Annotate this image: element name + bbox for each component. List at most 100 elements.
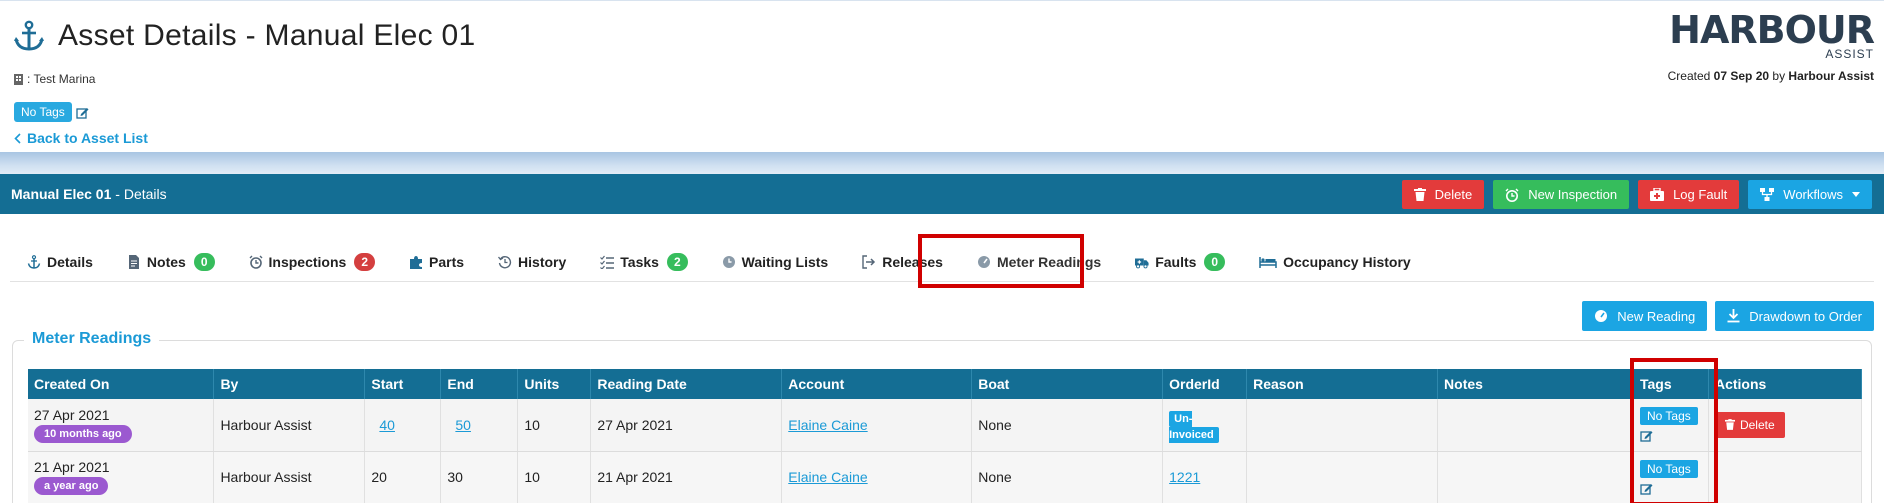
col-units[interactable]: Units bbox=[517, 369, 592, 399]
created-by: Harbour Assist bbox=[1788, 69, 1874, 83]
tag-pill[interactable]: No Tags bbox=[14, 102, 72, 122]
download-icon bbox=[1727, 309, 1740, 323]
log-fault-button[interactable]: Log Fault bbox=[1638, 180, 1740, 209]
col-by[interactable]: By bbox=[213, 369, 366, 399]
new-reading-label: New Reading bbox=[1617, 308, 1696, 324]
cell-notes bbox=[1437, 451, 1634, 503]
back-to-asset-list-link[interactable]: Back to Asset List bbox=[14, 130, 148, 146]
cell-boat: None bbox=[971, 399, 1164, 452]
building-icon bbox=[14, 73, 23, 85]
tab-tasks[interactable]: Tasks 2 bbox=[583, 245, 704, 279]
col-account[interactable]: Account bbox=[781, 369, 973, 399]
caret-down-icon bbox=[1852, 192, 1860, 197]
alarm-clock-icon bbox=[1505, 188, 1519, 202]
created-on-date: 27 Apr 2021 bbox=[34, 406, 110, 423]
page-title: Asset Details - Manual Elec 01 bbox=[58, 19, 476, 52]
edit-icon[interactable] bbox=[1640, 429, 1653, 442]
tab-history[interactable]: History bbox=[481, 245, 583, 279]
new-reading-button[interactable]: New Reading bbox=[1582, 301, 1708, 331]
tab-tasks-label: Tasks bbox=[620, 253, 659, 270]
table-row: 21 Apr 2021 a year ago Harbour Assist 20… bbox=[28, 451, 1863, 503]
cell-boat: None bbox=[971, 451, 1164, 503]
cell-account: Elaine Caine bbox=[781, 399, 973, 452]
created-date: 07 Sep 20 bbox=[1713, 69, 1770, 83]
tab-history-label: History bbox=[518, 253, 567, 270]
new-inspection-label: New Inspection bbox=[1528, 187, 1618, 202]
cell-order-id: 1221 bbox=[1162, 451, 1248, 503]
sign-out-icon bbox=[862, 254, 876, 269]
first-aid-icon bbox=[1650, 188, 1665, 201]
cell-start: 20 bbox=[364, 451, 442, 503]
col-start[interactable]: Start bbox=[364, 369, 442, 399]
age-badge: 10 months ago bbox=[34, 424, 132, 443]
bed-icon bbox=[1259, 256, 1277, 268]
anchor-icon bbox=[14, 20, 44, 51]
col-notes[interactable]: Notes bbox=[1437, 369, 1634, 399]
tasks-count-badge: 2 bbox=[666, 252, 688, 271]
new-inspection-button[interactable]: New Inspection bbox=[1493, 180, 1630, 209]
cell-actions bbox=[1708, 451, 1863, 503]
inspections-count-badge: 2 bbox=[354, 252, 375, 271]
table-row: 27 Apr 2021 10 months ago Harbour Assist… bbox=[28, 399, 1863, 452]
account-link[interactable]: Elaine Caine bbox=[788, 469, 867, 485]
col-end[interactable]: End bbox=[440, 369, 519, 399]
row-tag-pill[interactable]: No Tags bbox=[1639, 459, 1698, 478]
tab-notes-label: Notes bbox=[146, 253, 186, 270]
marina-label: : Test Marina bbox=[14, 72, 95, 86]
alarm-clock-icon bbox=[249, 255, 263, 269]
table-header-row: Created On By Start End Units Reading Da… bbox=[28, 369, 1863, 399]
row-tag-pill[interactable]: No Tags bbox=[1639, 407, 1698, 426]
tab-details[interactable]: Details bbox=[10, 245, 110, 279]
asset-tabs: Details Notes 0 Inspections 2 Parts Hist… bbox=[10, 242, 1874, 282]
cell-units: 10 bbox=[517, 399, 592, 452]
created-by-prefix: by bbox=[1772, 69, 1786, 83]
tab-parts-label: Parts bbox=[429, 253, 465, 270]
trash-icon bbox=[1724, 419, 1735, 431]
cell-reason bbox=[1246, 451, 1439, 503]
col-actions: Actions bbox=[1708, 369, 1863, 399]
details-panel-bar: Manual Elec 01 - Details Delete New Insp… bbox=[0, 174, 1884, 214]
delete-button[interactable]: Delete bbox=[1401, 180, 1485, 209]
tab-inspections[interactable]: Inspections 2 bbox=[232, 245, 392, 279]
tab-occupancy-history[interactable]: Occupancy History bbox=[1242, 245, 1428, 279]
tab-faults[interactable]: Faults 0 bbox=[1118, 245, 1242, 279]
cell-tags: No Tags bbox=[1633, 451, 1709, 503]
col-reading-date[interactable]: Reading Date bbox=[590, 369, 783, 399]
workflows-dropdown[interactable]: Workflows bbox=[1748, 180, 1872, 209]
tab-releases[interactable]: Releases bbox=[845, 245, 960, 279]
created-info: Created 07 Sep 20 by Harbour Assist bbox=[1668, 69, 1874, 83]
created-prefix: Created bbox=[1667, 69, 1711, 83]
harbour-assist-logo: HARBOUR ASSIST bbox=[1669, 11, 1875, 61]
drawdown-to-order-button[interactable]: Drawdown to Order bbox=[1715, 301, 1874, 331]
edit-icon[interactable] bbox=[76, 106, 89, 119]
header-banner bbox=[0, 152, 1884, 174]
account-link[interactable]: Elaine Caine bbox=[788, 417, 867, 433]
col-order-id[interactable]: OrderId bbox=[1162, 369, 1248, 399]
clock-icon bbox=[722, 255, 735, 268]
order-link[interactable]: 1221 bbox=[1169, 469, 1200, 485]
cell-end: 30 bbox=[440, 451, 519, 503]
tab-parts[interactable]: Parts bbox=[392, 245, 481, 279]
tab-meter-readings[interactable]: Meter Readings bbox=[960, 245, 1118, 279]
row-delete-label: Delete bbox=[1739, 417, 1775, 432]
ambulance-icon bbox=[1135, 258, 1149, 268]
panel-title: Manual Elec 01 - Details bbox=[11, 186, 167, 202]
history-icon bbox=[498, 255, 512, 268]
back-link-label: Back to Asset List bbox=[27, 130, 148, 146]
edit-icon[interactable] bbox=[1640, 482, 1653, 495]
start-link[interactable]: 40 bbox=[379, 417, 395, 433]
col-created-on[interactable]: Created On bbox=[28, 369, 215, 399]
delete-button-label: Delete bbox=[1434, 187, 1473, 202]
end-link[interactable]: 50 bbox=[455, 417, 471, 433]
col-reason[interactable]: Reason bbox=[1246, 369, 1439, 399]
row-delete-button[interactable]: Delete bbox=[1714, 411, 1785, 438]
faults-count-badge: 0 bbox=[1204, 252, 1226, 271]
col-boat[interactable]: Boat bbox=[971, 369, 1164, 399]
tab-inspections-label: Inspections bbox=[268, 253, 347, 270]
cell-by: Harbour Assist bbox=[213, 451, 366, 503]
col-tags[interactable]: Tags bbox=[1633, 369, 1709, 399]
tab-notes[interactable]: Notes 0 bbox=[110, 245, 232, 279]
age-badge: a year ago bbox=[34, 477, 109, 495]
title-row: Asset Details - Manual Elec 01 bbox=[12, 19, 476, 53]
tab-waiting-lists[interactable]: Waiting Lists bbox=[705, 245, 846, 279]
